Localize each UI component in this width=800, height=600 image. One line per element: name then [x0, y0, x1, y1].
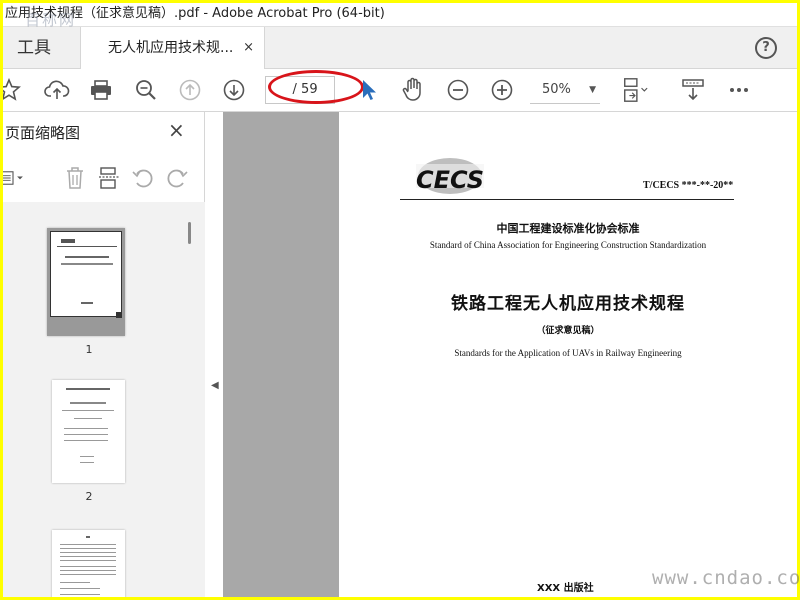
- zoom-level-select[interactable]: 50% ▼: [530, 76, 600, 104]
- zoom-level-value: 50%: [542, 82, 571, 97]
- zoom-search-icon[interactable]: [132, 76, 160, 104]
- page-number-field[interactable]: / 59: [265, 76, 335, 104]
- tab-document[interactable]: 无人机应用技术规... ×: [80, 27, 265, 69]
- hand-icon[interactable]: [399, 76, 427, 104]
- panel-title: 页面缩略图: [5, 124, 81, 142]
- select-cursor-icon[interactable]: [355, 76, 383, 104]
- thumbnail-page-2[interactable]: [52, 380, 125, 483]
- thumbnail-list: 1 2: [3, 202, 205, 597]
- cecs-logo: CECS: [416, 158, 484, 194]
- collapse-panel-icon[interactable]: ◀: [211, 380, 219, 391]
- tab-close-icon[interactable]: ×: [243, 27, 254, 69]
- rotate-right-icon[interactable]: [163, 164, 191, 192]
- publisher: XXX 出版社: [537, 583, 594, 594]
- tab-bar: 工具 无人机应用技术规... × ?: [3, 27, 797, 69]
- thumbnail-number: 2: [85, 490, 93, 503]
- header-rule: [400, 199, 734, 200]
- document-title-cn: 铁路工程无人机应用技术规程: [451, 294, 685, 314]
- zoom-in-icon[interactable]: [488, 76, 516, 104]
- zoom-out-icon[interactable]: [444, 76, 472, 104]
- star-icon[interactable]: [3, 76, 23, 104]
- help-icon[interactable]: ?: [755, 37, 777, 59]
- chevron-down-icon: ▼: [589, 85, 596, 95]
- page-up-icon[interactable]: [176, 76, 204, 104]
- cloud-upload-icon[interactable]: [43, 76, 71, 104]
- draft-label: （征求意见稿）: [536, 326, 600, 336]
- page-total: / 59: [292, 82, 318, 97]
- thumbnail-page-1[interactable]: [47, 228, 125, 336]
- print-icon[interactable]: [87, 76, 115, 104]
- options-menu-icon[interactable]: [3, 164, 27, 192]
- panel-toolbar: [3, 164, 203, 192]
- thumbnail-number: 1: [85, 343, 93, 356]
- org-name-cn: 中国工程建设标准化协会标准: [496, 222, 640, 235]
- standard-code: T/CECS ***-**-20**: [643, 180, 734, 191]
- acrobat-window: 应用技术规程（征求意见稿）.pdf - Adobe Acrobat Pro (6…: [3, 3, 797, 597]
- logo-text: CECS: [416, 166, 484, 194]
- more-icon[interactable]: [725, 76, 753, 104]
- page-down-icon[interactable]: [220, 76, 248, 104]
- thumbnail-page-3[interactable]: [52, 530, 125, 597]
- document-viewport: CECS T/CECS ***-**-20** 中国工程建设标准化协会标准 St…: [223, 112, 797, 597]
- tab-document-label: 无人机应用技术规...: [108, 40, 234, 56]
- document-title-en: Standards for the Application of UAVs in…: [454, 348, 682, 358]
- tab-tools[interactable]: 工具: [3, 27, 80, 69]
- watermark-bottom-right: www.cndao.com: [652, 567, 800, 589]
- scroll-mode-icon[interactable]: [679, 76, 707, 104]
- panel-close-icon[interactable]: ×: [168, 118, 185, 142]
- rotate-left-icon[interactable]: [129, 164, 157, 192]
- document-page: CECS T/CECS ***-**-20** 中国工程建设标准化协会标准 St…: [339, 112, 797, 597]
- thumbnail-scroll-thumb[interactable]: [188, 222, 191, 244]
- fit-page-icon[interactable]: [621, 76, 649, 104]
- org-name-en: Standard of China Association for Engine…: [429, 240, 707, 250]
- panel-collapse-gutter: ◀: [205, 112, 223, 597]
- thumbnails-panel: 页面缩略图 × 1 2: [3, 112, 205, 597]
- thumbnail-scrollbar[interactable]: [183, 202, 197, 597]
- toolbar: / 59 50% ▼: [3, 70, 797, 112]
- extract-page-icon[interactable]: [95, 164, 123, 192]
- window-title: 应用技术规程（征求意见稿）.pdf - Adobe Acrobat Pro (6…: [3, 3, 797, 27]
- delete-page-icon[interactable]: [61, 164, 89, 192]
